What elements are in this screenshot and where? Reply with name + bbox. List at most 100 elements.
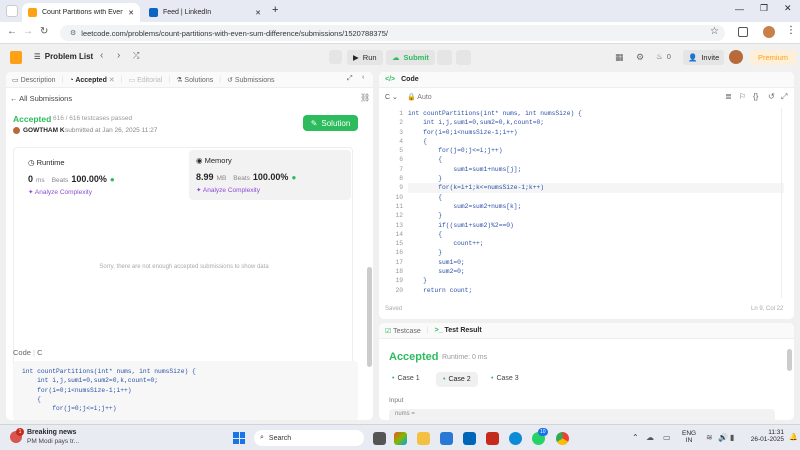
clock[interactable]: 11:31 26-01-2025 bbox=[744, 429, 784, 443]
link-icon[interactable]: ⛓ bbox=[360, 93, 370, 102]
reload-icon[interactable]: ↻ bbox=[40, 26, 48, 37]
line-number: 6 bbox=[399, 156, 403, 164]
code-line: } bbox=[408, 249, 443, 257]
runtime-box[interactable]: ◷ Runtime 0 ms Beats 100.00% ● ✦ Analyze… bbox=[21, 152, 182, 202]
close-icon[interactable]: ✕ bbox=[109, 77, 115, 84]
tab-description[interactable]: ▭ Description bbox=[12, 76, 56, 84]
search-label: Search bbox=[268, 434, 292, 442]
scrollbar[interactable] bbox=[367, 267, 372, 367]
window-close-icon[interactable]: ✕ bbox=[784, 3, 792, 14]
tab-search-icon[interactable] bbox=[6, 5, 18, 17]
collapse-icon[interactable]: ‹ bbox=[362, 74, 364, 81]
mcafee-icon[interactable] bbox=[486, 432, 499, 445]
menu-kebab-icon[interactable]: ⋮ bbox=[786, 25, 796, 36]
site-info-icon[interactable]: ⚙ bbox=[70, 29, 76, 37]
notes-icon[interactable] bbox=[456, 50, 471, 65]
mail-icon[interactable] bbox=[440, 432, 453, 445]
scrollbar[interactable] bbox=[787, 349, 792, 371]
analyze-complexity-link[interactable]: ✦ Analyze Complexity bbox=[196, 186, 351, 194]
user-avatar[interactable] bbox=[729, 50, 743, 64]
analyze-complexity-link[interactable]: ✦ Analyze Complexity bbox=[28, 188, 182, 196]
all-submissions-link[interactable]: ← All Submissions bbox=[10, 94, 72, 103]
timer-icon[interactable] bbox=[437, 50, 452, 65]
author-name[interactable]: GOWTHAM K bbox=[23, 127, 65, 134]
wifi-icon[interactable]: ≋ bbox=[706, 433, 713, 442]
prev-problem-icon[interactable]: ‹ bbox=[100, 50, 103, 61]
format-icon[interactable]: ≣ bbox=[725, 92, 732, 101]
auto-mode-toggle[interactable]: 🔒 Auto bbox=[407, 93, 432, 101]
tab-accepted[interactable]: ◔ Accepted ✕ bbox=[69, 76, 114, 84]
windows-start-icon[interactable] bbox=[233, 432, 245, 444]
cloud-icon[interactable]: ☁ bbox=[646, 433, 654, 442]
layout-icon[interactable]: ▦ bbox=[615, 52, 624, 63]
line-number: 20 bbox=[395, 286, 403, 294]
tab-linkedin[interactable]: Feed | LinkedIn ✕ bbox=[143, 3, 267, 22]
fullscreen-icon[interactable]: ⤢ bbox=[781, 92, 787, 102]
line-number: 7 bbox=[399, 165, 403, 173]
profile-avatar[interactable] bbox=[763, 26, 775, 38]
debug-icon[interactable] bbox=[329, 50, 342, 64]
language-select[interactable]: C ⌄ bbox=[385, 93, 398, 101]
braces-icon[interactable]: {} bbox=[753, 92, 758, 101]
bookmark-icon[interactable]: ⚐ bbox=[739, 92, 746, 101]
close-icon[interactable]: ✕ bbox=[255, 9, 261, 17]
tab-count-partitions[interactable]: Count Partitions with Even Sum ✕ bbox=[22, 3, 140, 22]
store-icon[interactable] bbox=[463, 432, 476, 445]
news-title[interactable]: Breaking news bbox=[27, 429, 76, 436]
file-explorer-icon[interactable] bbox=[417, 432, 430, 445]
premium-button[interactable]: Premium bbox=[750, 50, 796, 65]
memory-unit: MB bbox=[216, 175, 227, 182]
case-1-tab[interactable]: • Case 1 bbox=[392, 375, 420, 382]
forward-icon[interactable]: → bbox=[23, 26, 33, 37]
url-field[interactable]: ⚙ leetcode.com/problems/count-partitions… bbox=[60, 25, 725, 41]
code-lines[interactable]: int countPartitions(int* nums, int numsS… bbox=[408, 109, 784, 295]
battery-status-icon[interactable]: ▮ bbox=[730, 433, 734, 442]
bookmark-star-icon[interactable]: ☆ bbox=[710, 26, 719, 37]
terminal-icon: >_ bbox=[434, 327, 443, 334]
close-icon[interactable]: ✕ bbox=[128, 9, 134, 17]
new-tab-icon[interactable]: + bbox=[272, 4, 278, 16]
tab-testcase[interactable]: ☑ Testcase bbox=[385, 327, 421, 335]
code-line: for(j=0;j<=i;j++) bbox=[408, 147, 503, 155]
notifications-icon[interactable]: 🔔 bbox=[789, 433, 798, 441]
code-line: for(k=i+1;k<=numsSize-1;k++) bbox=[408, 183, 784, 193]
news-subtitle[interactable]: PM Modi pays tr... bbox=[27, 438, 79, 445]
list-icon: ☰ bbox=[34, 52, 41, 61]
cursor-position: Ln 9, Col 22 bbox=[751, 306, 784, 312]
tab-test-result[interactable]: >_ Test Result bbox=[435, 327, 482, 334]
task-view-icon[interactable] bbox=[373, 432, 386, 445]
taskbar-search-box[interactable]: ⌕ Search bbox=[254, 430, 364, 446]
tab-solutions[interactable]: ⚗ Solutions bbox=[176, 76, 213, 84]
next-problem-icon[interactable]: › bbox=[117, 50, 120, 61]
clock-icon: ◷ bbox=[28, 158, 35, 167]
language-indicator[interactable]: ENG IN bbox=[682, 430, 696, 444]
reset-icon[interactable]: ↺ bbox=[768, 92, 775, 101]
back-icon[interactable]: ← bbox=[7, 26, 17, 37]
code-line: int i,j,sum1=0,sum2=0,k,count=0; bbox=[22, 377, 159, 385]
edge-icon[interactable] bbox=[509, 432, 522, 445]
maximize-icon[interactable]: ❐ bbox=[760, 3, 768, 14]
chevron-up-icon[interactable]: ⌃ bbox=[632, 433, 639, 442]
shuffle-icon[interactable]: ⤮ bbox=[133, 51, 139, 61]
leetcode-logo-icon[interactable] bbox=[10, 51, 22, 64]
memory-box[interactable]: ◉ Memory 8.99 MB Beats 100.00% ● ✦ Analy… bbox=[189, 150, 351, 200]
tab-submissions[interactable]: ↺ Submissions bbox=[227, 76, 275, 84]
code-line: if((sum1+sum2)%2==0) bbox=[408, 221, 514, 229]
problem-list-button[interactable]: ☰ Problem List bbox=[34, 52, 93, 61]
case-3-tab[interactable]: • Case 3 bbox=[491, 375, 519, 382]
case-2-tab[interactable]: • Case 2 bbox=[436, 372, 478, 387]
solution-button[interactable]: ✎ Solution bbox=[303, 115, 358, 131]
submit-button[interactable]: ☁ Submit bbox=[386, 50, 435, 65]
tab-editorial[interactable]: ▭ Editorial bbox=[129, 76, 163, 84]
settings-gear-icon[interactable]: ⚙ bbox=[636, 52, 644, 63]
copilot-icon[interactable] bbox=[394, 432, 407, 445]
extensions-icon[interactable] bbox=[738, 27, 748, 37]
streak-fire[interactable]: ♨ 0 bbox=[656, 52, 671, 61]
volume-icon[interactable]: 🔊 bbox=[718, 433, 728, 442]
minimize-icon[interactable]: — bbox=[735, 4, 744, 14]
invite-button[interactable]: 👤 Invite bbox=[683, 50, 725, 65]
run-button[interactable]: ▶ Run bbox=[347, 50, 383, 65]
expand-icon[interactable]: ⤢ bbox=[347, 75, 353, 83]
chrome-icon[interactable] bbox=[556, 432, 569, 445]
battery-icon[interactable]: ▭ bbox=[663, 433, 671, 442]
